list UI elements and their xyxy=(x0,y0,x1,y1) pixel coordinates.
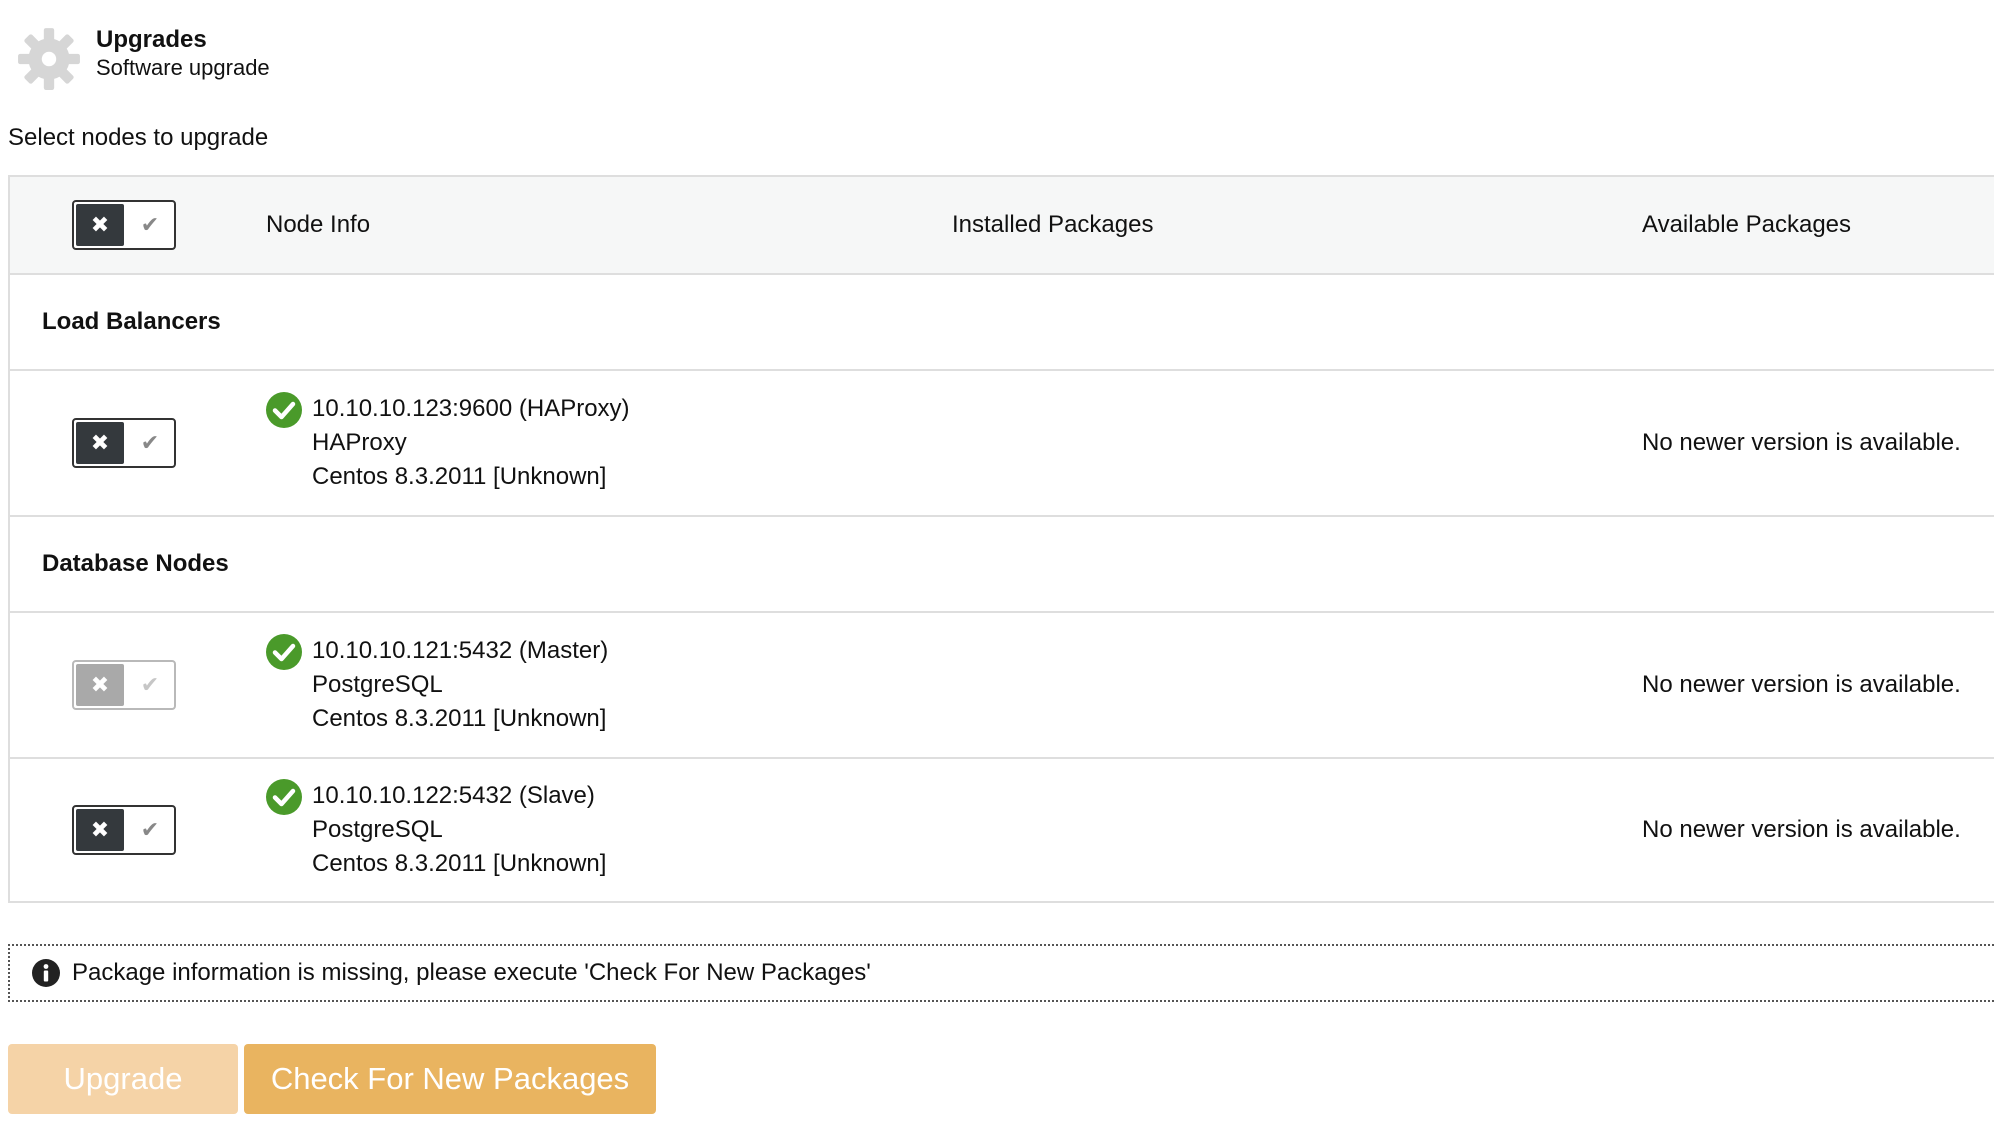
nodes-table: ✖ ✔ Node Info Installed Packages Availab… xyxy=(8,175,1994,903)
check-circle-icon xyxy=(266,392,302,428)
check-for-new-packages-button[interactable]: Check For New Packages xyxy=(244,1044,656,1114)
check-circle-icon xyxy=(266,634,302,670)
header-text: Upgrades Software upgrade xyxy=(96,26,270,82)
node-address: 10.10.10.123:9600 (HAProxy) xyxy=(312,395,630,422)
group-row-load-balancers: Load Balancers xyxy=(10,275,1994,371)
page-subtitle: Software upgrade xyxy=(96,55,270,80)
info-circle-icon xyxy=(32,959,60,987)
x-icon[interactable]: ✖ xyxy=(76,422,124,464)
select-all-toggle[interactable]: ✖ ✔ xyxy=(72,200,176,250)
column-header-installed-packages: Installed Packages xyxy=(952,211,1154,238)
group-label: Load Balancers xyxy=(42,308,221,335)
group-label: Database Nodes xyxy=(42,550,229,577)
header-toggle-cell: ✖ ✔ xyxy=(10,200,266,250)
node-info-cell: 10.10.10.123:9600 (HAProxy) HAProxy Cent… xyxy=(266,392,952,494)
node-os: Centos 8.3.2011 [Unknown] xyxy=(312,463,607,490)
available-packages-cell: No newer version is available. xyxy=(1642,429,1961,456)
page-header: Upgrades Software upgrade xyxy=(16,26,270,92)
column-header-available-packages: Available Packages xyxy=(1642,211,1852,238)
node-select-toggle-disabled: ✖ ✔ xyxy=(72,660,176,710)
table-row: ✖ ✔ 10.10.10.121:5432 (Master) PostgreSQ… xyxy=(10,613,1994,759)
node-info-cell: 10.10.10.121:5432 (Master) PostgreSQL Ce… xyxy=(266,634,952,736)
node-address: 10.10.10.122:5432 (Slave) xyxy=(312,782,595,809)
info-message-bar: Package information is missing, please e… xyxy=(8,944,1994,1002)
row-toggle-cell: ✖ ✔ xyxy=(10,418,266,468)
check-icon[interactable]: ✔ xyxy=(126,420,174,466)
node-software: PostgreSQL xyxy=(312,671,443,698)
info-message-text: Package information is missing, please e… xyxy=(72,959,871,986)
x-icon[interactable]: ✖ xyxy=(76,809,124,851)
gear-icon xyxy=(18,28,80,90)
available-packages-cell: No newer version is available. xyxy=(1642,816,1961,843)
x-icon: ✖ xyxy=(76,664,124,706)
upgrade-button[interactable]: Upgrade xyxy=(8,1044,238,1114)
node-info: 10.10.10.122:5432 (Slave) PostgreSQL Cen… xyxy=(266,779,952,881)
node-select-toggle[interactable]: ✖ ✔ xyxy=(72,418,176,468)
node-select-toggle[interactable]: ✖ ✔ xyxy=(72,805,176,855)
node-details: 10.10.10.121:5432 (Master) PostgreSQL Ce… xyxy=(312,634,608,736)
check-icon[interactable]: ✔ xyxy=(126,202,174,248)
node-details: 10.10.10.122:5432 (Slave) PostgreSQL Cen… xyxy=(312,779,606,881)
node-software: HAProxy xyxy=(312,429,407,456)
node-os: Centos 8.3.2011 [Unknown] xyxy=(312,705,607,732)
upgrades-page: Upgrades Software upgrade Select nodes t… xyxy=(0,0,1994,1126)
node-details: 10.10.10.123:9600 (HAProxy) HAProxy Cent… xyxy=(312,392,630,494)
group-row-database-nodes: Database Nodes xyxy=(10,517,1994,613)
check-icon[interactable]: ✔ xyxy=(126,807,174,853)
table-header-row: ✖ ✔ Node Info Installed Packages Availab… xyxy=(10,177,1994,275)
row-toggle-cell: ✖ ✔ xyxy=(10,805,266,855)
node-info-cell: 10.10.10.122:5432 (Slave) PostgreSQL Cen… xyxy=(266,779,952,881)
available-packages-cell: No newer version is available. xyxy=(1642,671,1961,698)
table-row: ✖ ✔ 10.10.10.122:5432 (Slave) PostgreSQL… xyxy=(10,759,1994,903)
x-icon[interactable]: ✖ xyxy=(76,204,124,246)
node-info: 10.10.10.121:5432 (Master) PostgreSQL Ce… xyxy=(266,634,952,736)
column-header-node-info: Node Info xyxy=(266,211,371,238)
node-os: Centos 8.3.2011 [Unknown] xyxy=(312,850,607,877)
check-circle-icon xyxy=(266,779,302,815)
node-address: 10.10.10.121:5432 (Master) xyxy=(312,637,609,664)
page-title: Upgrades xyxy=(96,26,207,53)
select-nodes-label: Select nodes to upgrade xyxy=(8,124,269,151)
node-software: PostgreSQL xyxy=(312,816,443,843)
check-icon: ✔ xyxy=(140,672,160,697)
table-row: ✖ ✔ 10.10.10.123:9600 (HAProxy) HAProxy … xyxy=(10,371,1994,517)
node-info: 10.10.10.123:9600 (HAProxy) HAProxy Cent… xyxy=(266,392,952,494)
row-toggle-cell: ✖ ✔ xyxy=(10,660,266,710)
